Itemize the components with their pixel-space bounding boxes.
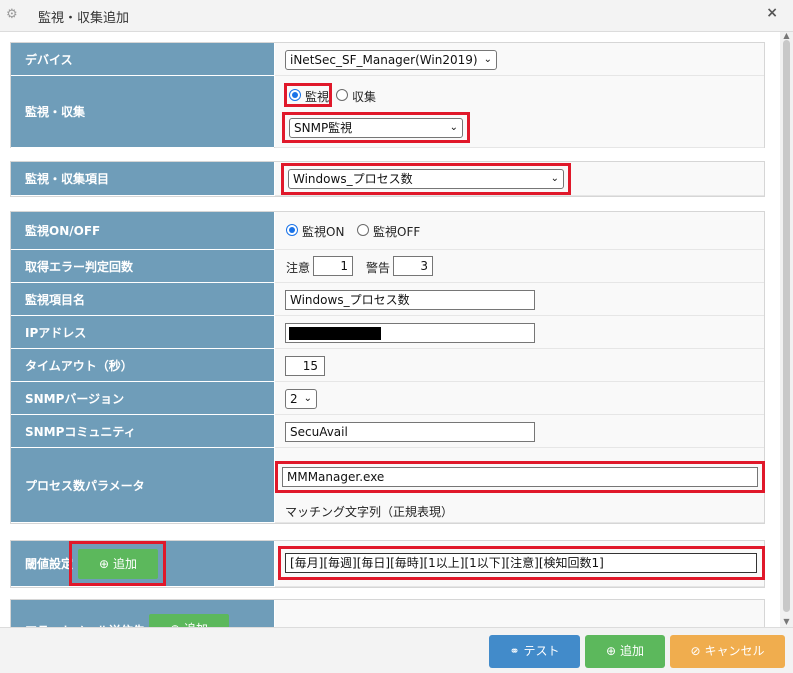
warning-label: 警告 [366,261,391,275]
row-item: 監視・収集項目 Windows_プロセス数 ⌄ [11,162,764,196]
label-ip-address: IPアドレス [11,316,274,349]
gear-icon: ⚙ [6,7,18,22]
value-monitor-collect: 監視 収集 SNMP監視 ⌄ [275,76,764,148]
form-content: デバイス iNetSec_SF_Manager(Win2019) ⌄ 監視・収集… [0,32,793,627]
test-button[interactable]: ⚭ テスト [489,635,580,668]
process-param-hint: マッチング文字列（正規表現） [285,505,454,519]
test-button-label: テスト [523,644,560,658]
label-process-param: プロセス数パラメータ [11,448,274,523]
row-monitor-onoff: 監視ON/OFF 監視ON 監視OFF [11,212,764,250]
row-snmp-version: SNMPバージョン 2 ⌄ [11,382,764,415]
timeout-input[interactable]: 15 [285,356,325,376]
device-select-value: iNetSec_SF_Manager(Win2019) [290,53,478,67]
item-name-input[interactable]: Windows_プロセス数 [285,290,535,310]
value-snmp-community: SecuAvail [275,415,764,448]
row-device: デバイス iNetSec_SF_Manager(Win2019) ⌄ [11,43,764,76]
row-threshold: 閾値設定 [毎月][毎週][毎日][毎時][1以上][1以下][注意][検知回数… [11,541,765,587]
highlight-process-param [275,461,765,493]
label-device: デバイス [11,43,274,76]
section-item: 監視・収集項目 Windows_プロセス数 ⌄ [10,161,765,197]
close-icon[interactable]: × [766,5,778,21]
section-threshold: 閾値設定 [毎月][毎週][毎日][毎時][1以上][1以下][注意][検知回数… [10,540,765,588]
row-alert-mail: アラートメール送信先 ⊕ 追加 [11,600,764,627]
title-bar: ⚙ 監視・収集追加 × [0,0,793,32]
label-monitor-onoff: 監視ON/OFF [11,212,274,250]
caution-label: 注意 [286,261,311,275]
highlight-item-select [281,163,571,195]
label-item-name: 監視項目名 [11,283,274,316]
chevron-down-icon: ⌄ [483,54,492,65]
row-process-param: プロセス数パラメータ MMManager.exe マッチング文字列（正規表現） [11,448,765,523]
cancel-button[interactable]: ⊘ キャンセル [670,635,785,668]
highlight-method-select [282,112,470,143]
dialog-footer: ⚭ テスト ⊕ 追加 ⊘ キャンセル [0,627,793,673]
snmp-community-input[interactable]: SecuAvail [285,422,535,442]
row-timeout: タイムアウト（秒） 15 [11,349,764,382]
value-item-name: Windows_プロセス数 [275,283,764,316]
section-alert-mail: アラートメール送信先 ⊕ 追加 [10,599,765,627]
radio-monitor-on-label: 監視ON [302,225,345,239]
value-monitor-onoff: 監視ON 監視OFF [275,212,764,250]
cancel-button-label: キャンセル [704,644,765,658]
label-item: 監視・収集項目 [11,162,274,196]
label-snmp-community: SNMPコミュニティ [11,415,274,448]
redacted-ip [289,327,381,340]
chevron-down-icon: ⌄ [303,393,312,404]
caution-input[interactable]: 1 [313,256,353,276]
radio-collect-label: 収集 [352,90,377,104]
snmp-version-select[interactable]: 2 ⌄ [285,389,317,409]
alert-mail-add-button[interactable]: ⊕ 追加 [149,614,229,627]
row-snmp-community: SNMPコミュニティ SecuAvail [11,415,764,448]
scroll-down-icon[interactable]: ▼ [782,618,791,626]
row-item-name: 監視項目名 Windows_プロセス数 [11,283,764,316]
radio-monitor-off-label: 監視OFF [373,225,421,239]
scroll-up-icon[interactable]: ▲ [782,32,791,40]
row-ip-address: IPアドレス [11,316,764,349]
device-select[interactable]: iNetSec_SF_Manager(Win2019) ⌄ [285,50,497,70]
radio-collect[interactable] [336,89,348,101]
radio-monitor-on[interactable] [286,224,298,236]
section-details: 監視ON/OFF 監視ON 監視OFF 取得エラー判定回数 注意 1 警告 3 … [10,211,765,524]
label-alert-mail: アラートメール送信先 [11,600,274,627]
highlight-threshold-add [69,541,166,586]
label-snmp-version: SNMPバージョン [11,382,274,415]
add-button[interactable]: ⊕ 追加 [585,635,665,668]
plus-circle-icon: ⊕ [605,644,617,658]
value-error-count: 注意 1 警告 3 [275,250,764,283]
value-alert-mail [275,600,764,627]
value-item: Windows_プロセス数 ⌄ [275,162,764,196]
add-button-label: 追加 [620,644,645,658]
value-ip-address [275,316,764,349]
row-error-count: 取得エラー判定回数 注意 1 警告 3 [11,250,764,283]
snmp-version-value: 2 [290,392,298,406]
scrollbar-thumb[interactable] [783,40,790,612]
label-error-count: 取得エラー判定回数 [11,250,274,283]
value-snmp-version: 2 ⌄ [275,382,764,415]
row-monitor-collect: 監視・収集 監視 収集 SNMP監視 ⌄ [11,76,764,148]
link-icon: ⚭ [509,644,520,658]
scrollbar[interactable]: ▲ ▼ [780,32,793,627]
value-process-param: MMManager.exe マッチング文字列（正規表現） [275,448,765,523]
highlight-threshold-entry [278,546,765,580]
radio-monitor-off[interactable] [357,224,369,236]
ban-icon: ⊘ [690,644,701,658]
highlight-radio-monitor [284,83,332,107]
label-monitor-collect: 監視・収集 [11,76,274,148]
value-timeout: 15 [275,349,764,382]
value-device: iNetSec_SF_Manager(Win2019) ⌄ [275,43,764,76]
section-device: デバイス iNetSec_SF_Manager(Win2019) ⌄ 監視・収集… [10,42,765,148]
warning-input[interactable]: 3 [393,256,433,276]
window-title: 監視・収集追加 [38,11,130,26]
value-threshold: [毎月][毎週][毎日][毎時][1以上][1以下][注意][検知回数1] [275,541,765,587]
label-timeout: タイムアウト（秒） [11,349,274,382]
